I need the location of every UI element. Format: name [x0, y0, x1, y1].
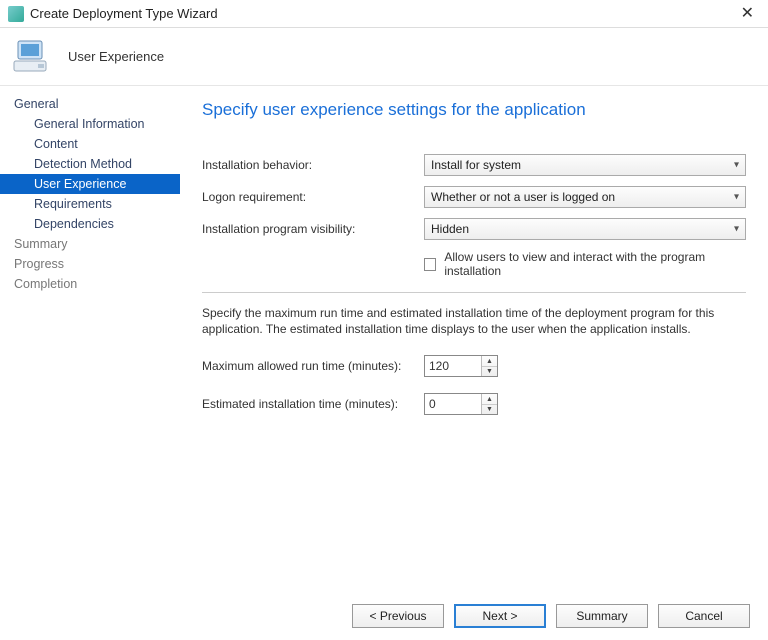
titlebar: Create Deployment Type Wizard ✕: [0, 0, 768, 28]
page-heading: Specify user experience settings for the…: [202, 100, 746, 120]
spinner-down-icon[interactable]: ▼: [482, 367, 497, 377]
sidebar-item-content[interactable]: Content: [0, 134, 180, 154]
spinner-up-icon[interactable]: ▲: [482, 394, 497, 405]
summary-button[interactable]: Summary: [556, 604, 648, 628]
header-label: User Experience: [68, 49, 164, 64]
max-runtime-input[interactable]: 120 ▲ ▼: [424, 355, 498, 377]
logon-requirement-select[interactable]: Whether or not a user is logged on ▾: [424, 186, 746, 208]
install-behavior-label: Installation behavior:: [202, 158, 424, 172]
max-runtime-value: 120: [425, 356, 481, 376]
next-button[interactable]: Next >: [454, 604, 546, 628]
wizard-content: Specify user experience settings for the…: [180, 86, 768, 592]
sidebar-item-requirements[interactable]: Requirements: [0, 194, 180, 214]
divider: [202, 292, 746, 293]
est-time-label: Estimated installation time (minutes):: [202, 397, 424, 411]
runtime-description: Specify the maximum run time and estimat…: [202, 305, 746, 337]
spinner-up-icon[interactable]: ▲: [482, 356, 497, 367]
close-icon[interactable]: ✕: [735, 4, 760, 24]
chevron-down-icon: ▾: [734, 192, 739, 203]
spinner-down-icon[interactable]: ▼: [482, 405, 497, 415]
allow-interact-label: Allow users to view and interact with th…: [444, 250, 746, 278]
logon-requirement-value: Whether or not a user is logged on: [431, 190, 615, 204]
previous-button[interactable]: < Previous: [352, 604, 444, 628]
sidebar-item-progress[interactable]: Progress: [0, 254, 180, 274]
sidebar-item-summary[interactable]: Summary: [0, 234, 180, 254]
wizard-sidebar: GeneralGeneral InformationContentDetecti…: [0, 86, 180, 592]
est-time-value: 0: [425, 394, 481, 414]
sidebar-item-completion[interactable]: Completion: [0, 274, 180, 294]
wizard-header: User Experience: [0, 28, 768, 86]
install-behavior-select[interactable]: Install for system ▾: [424, 154, 746, 176]
sidebar-item-detection-method[interactable]: Detection Method: [0, 154, 180, 174]
window-title: Create Deployment Type Wizard: [30, 6, 735, 21]
logon-requirement-label: Logon requirement:: [202, 190, 424, 204]
cancel-button[interactable]: Cancel: [658, 604, 750, 628]
visibility-value: Hidden: [431, 222, 469, 236]
computer-icon: [12, 37, 56, 77]
visibility-select[interactable]: Hidden ▾: [424, 218, 746, 240]
est-time-input[interactable]: 0 ▲ ▼: [424, 393, 498, 415]
max-runtime-label: Maximum allowed run time (minutes):: [202, 359, 424, 373]
visibility-label: Installation program visibility:: [202, 222, 424, 236]
chevron-down-icon: ▾: [734, 224, 739, 235]
install-behavior-value: Install for system: [431, 158, 521, 172]
app-icon: [8, 6, 24, 22]
sidebar-item-user-experience[interactable]: User Experience: [0, 174, 180, 194]
sidebar-item-dependencies[interactable]: Dependencies: [0, 214, 180, 234]
wizard-footer: < Previous Next > Summary Cancel: [0, 592, 768, 640]
chevron-down-icon: ▾: [734, 160, 739, 171]
sidebar-item-general-information[interactable]: General Information: [0, 114, 180, 134]
allow-interact-checkbox[interactable]: [424, 258, 436, 271]
sidebar-item-general[interactable]: General: [0, 94, 180, 114]
